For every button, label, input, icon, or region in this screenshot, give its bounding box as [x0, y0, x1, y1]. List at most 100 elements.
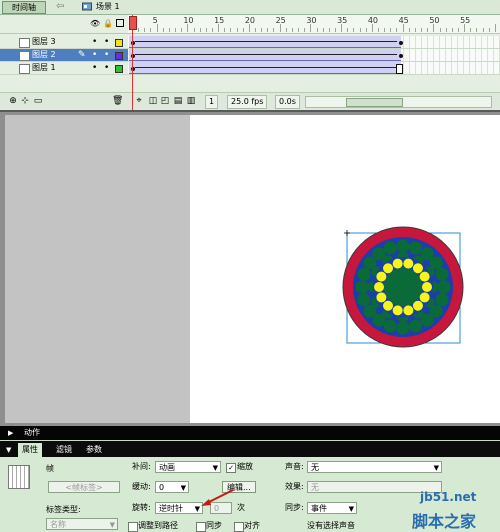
ease-input[interactable]: 0 ▼ — [155, 481, 189, 493]
keyframe[interactable] — [399, 41, 403, 45]
frame-row-1[interactable] — [128, 62, 500, 75]
layer-row-2[interactable]: 图层 2 ✎ • • — [0, 49, 128, 62]
visibility-dot[interactable]: • — [92, 49, 97, 61]
current-frame: 1 — [205, 95, 219, 109]
lock-dot[interactable]: • — [104, 62, 109, 74]
orient-to-path-checkbox[interactable] — [128, 522, 138, 532]
frame-icon — [8, 465, 30, 489]
ruler-tick — [457, 28, 459, 32]
scene-icon — [82, 2, 92, 11]
back-arrow-icon[interactable]: ⇦ — [56, 0, 70, 13]
scrollbar-thumb[interactable] — [346, 98, 403, 107]
ruler-tick-label: 10 — [183, 16, 194, 25]
ruler-tick — [402, 24, 404, 32]
edit-multiple-frames-icon[interactable]: ▤ — [173, 96, 183, 106]
layer-color-swatch[interactable] — [115, 52, 123, 60]
ruler-tick — [488, 28, 490, 32]
eye-icon[interactable]: 👁 — [90, 19, 100, 28]
scale-checkbox[interactable]: ✓ — [226, 463, 236, 473]
motion-tween[interactable] — [129, 49, 401, 61]
scene-label[interactable]: 场景 1 — [96, 0, 120, 14]
delete-layer-icon[interactable]: 🗑 — [112, 96, 123, 106]
properties-tabbar: ▼ 属性 滤镜 参数 — [0, 441, 500, 457]
yellow-dot — [374, 282, 384, 292]
motion-tween[interactable] — [129, 62, 401, 74]
layer-color-swatch[interactable] — [115, 65, 123, 73]
onion-outline-icon[interactable]: ◰ — [160, 96, 170, 106]
ruler-tick — [322, 28, 324, 32]
frame-rate[interactable]: 25.0 fps — [227, 95, 268, 109]
layer-color-swatch[interactable] — [115, 39, 123, 47]
center-green-disc — [384, 268, 422, 306]
snap-checkbox[interactable] — [234, 522, 244, 532]
ruler-tick-label: 20 — [244, 16, 256, 25]
ruler-tick-label: 15 — [214, 16, 225, 25]
tab-filters[interactable]: 滤镜 — [52, 443, 76, 457]
ruler-tick — [427, 28, 429, 32]
frame-label-input[interactable]: <帧标签> — [48, 481, 120, 493]
keyframe[interactable] — [399, 54, 403, 58]
ruler-tick — [291, 28, 293, 32]
yellow-dot — [392, 305, 403, 316]
ruler-tick — [199, 28, 201, 32]
lock-dot[interactable]: • — [104, 49, 109, 61]
tab-parameters[interactable]: 参数 — [82, 443, 106, 457]
add-guide-layer-icon[interactable]: ⊹ — [20, 96, 30, 106]
lock-dot[interactable]: • — [104, 36, 109, 48]
onion-markers-icon[interactable]: ▥ — [186, 96, 196, 106]
watermark-line2: 脚本之家 — [412, 512, 477, 531]
visibility-dot[interactable]: • — [92, 36, 97, 48]
insert-layer-icon[interactable]: ⊕ — [8, 96, 18, 106]
layer-row-1[interactable]: 图层 1 • • — [0, 62, 128, 75]
layer-list-empty — [0, 76, 128, 92]
collapse-arrow-icon[interactable]: ▼ — [6, 443, 11, 457]
expand-arrow-icon[interactable]: ▶ — [8, 426, 13, 440]
green-dot — [435, 267, 449, 281]
ease-label: 缓动: — [132, 482, 151, 491]
tab-properties[interactable]: 属性 — [18, 443, 42, 457]
layer-name: 图层 2 — [32, 50, 56, 59]
ruler-tick — [365, 28, 367, 32]
visibility-dot[interactable]: • — [92, 62, 97, 74]
layer-row-3[interactable]: 图层 3 • • — [0, 36, 128, 49]
yellow-dot — [422, 282, 432, 292]
green-dot — [357, 267, 371, 281]
center-frame-icon[interactable]: ⌖ — [134, 96, 144, 106]
ruler-tick-label: 25 — [275, 16, 286, 25]
playhead-handle[interactable] — [129, 16, 137, 30]
watermark-line1: jb51.net — [420, 490, 477, 504]
elapsed-time: 0.0s — [275, 95, 300, 109]
ruler-tick — [279, 24, 281, 32]
sound-select[interactable]: 无 ▼ — [307, 461, 442, 473]
ruler-tick — [156, 24, 158, 32]
ruler-tick — [218, 24, 220, 32]
insert-folder-icon[interactable]: ▭ — [33, 96, 43, 106]
ruler-tick — [482, 28, 484, 32]
onion-skin-icon[interactable]: ◫ — [148, 96, 158, 106]
frame-ruler[interactable]: 5 10 15 20 25 30 35 40 45 50 55 — [128, 15, 500, 34]
green-dot — [437, 280, 451, 294]
lock-icon[interactable]: 🔒 — [103, 19, 113, 28]
layer-name: 图层 1 — [32, 63, 56, 72]
outline-icon[interactable] — [115, 19, 124, 28]
green-dot — [383, 319, 397, 333]
green-dot — [409, 319, 423, 333]
ruler-tick — [304, 28, 306, 32]
end-frame-marker[interactable] — [396, 64, 403, 74]
timeline-toggle-button[interactable]: 时间轴 — [2, 1, 46, 14]
tween-select[interactable]: 动画 ▼ — [155, 461, 221, 473]
motion-tween[interactable] — [129, 36, 401, 48]
ruler-tick — [310, 24, 312, 32]
ruler-tick — [261, 28, 263, 32]
sync-checkbox[interactable] — [196, 522, 206, 532]
snap-label: 对齐 — [244, 521, 260, 530]
ruler-tick — [150, 28, 152, 32]
label-type-select[interactable]: 名称 ▼ — [46, 518, 118, 530]
frame-row-3[interactable] — [128, 36, 500, 49]
effect-label: 效果: — [285, 482, 304, 491]
circle-artwork[interactable] — [334, 219, 474, 359]
sync-sound-select[interactable]: 事件 ▼ — [307, 502, 357, 514]
actions-panel-bar[interactable]: ▶ 动作 — [0, 426, 500, 440]
frame-row-2[interactable] — [128, 49, 500, 62]
timeline-scrollbar[interactable] — [305, 96, 492, 108]
